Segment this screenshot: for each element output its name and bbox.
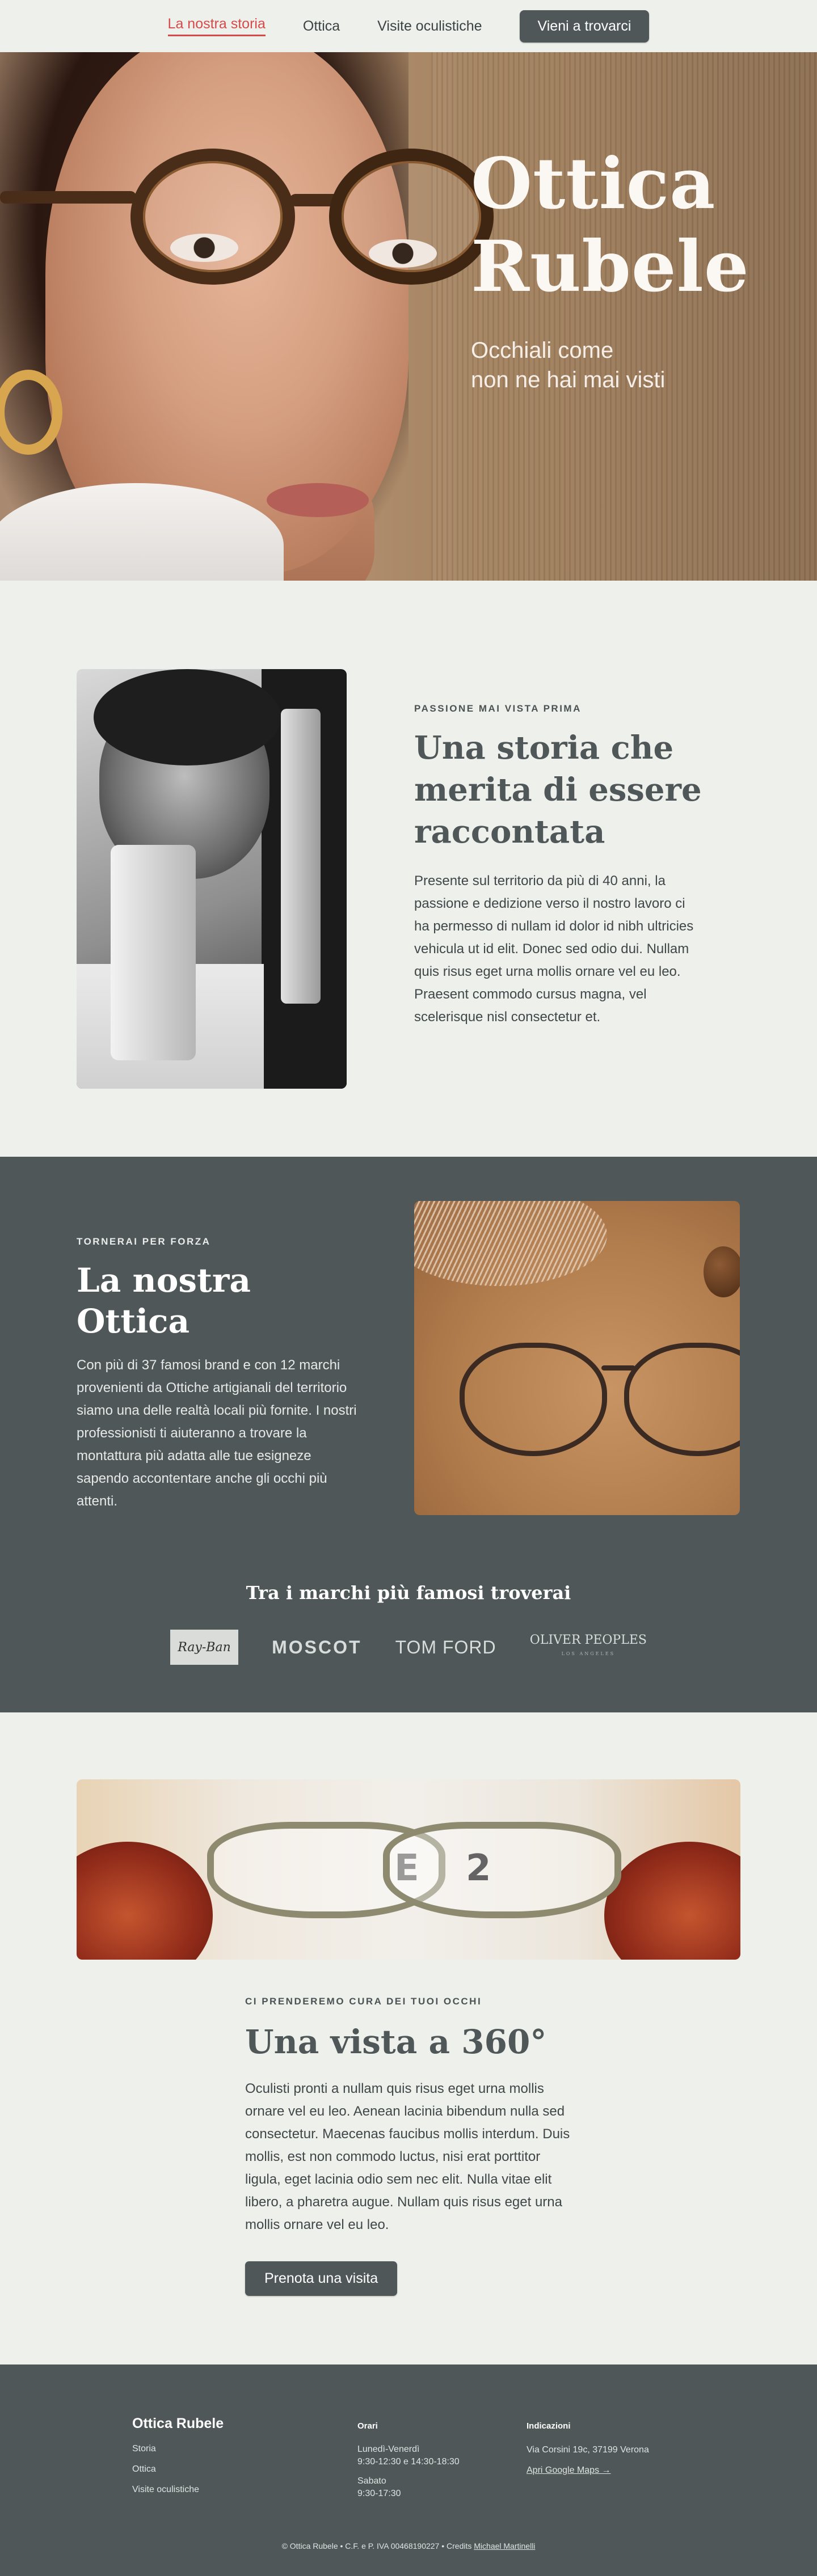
hero-section: Ottica Rubele Occhiali come non ne hai m… <box>0 52 817 581</box>
footer-hours-weekdays: Lunedì-Venerdì 9:30-12:30 e 14:30-18:30 <box>357 2443 460 2468</box>
nav-link-storia[interactable]: La nostra storia <box>167 16 266 36</box>
glasses-on-table-photo <box>414 1201 740 1515</box>
footer-copyright: © Ottica Rubele • C.F. e P. IVA 00468190… <box>0 2541 817 2550</box>
hero-subtitle: Occhiali come non ne hai mai visti <box>471 336 665 395</box>
story-section: Passione mai vista prima Una storia che … <box>414 703 704 1029</box>
vision-text: Oculisti pronti a nullam quis risus eget… <box>245 2081 570 2232</box>
story-title: Una storia che merita di essere racconta… <box>414 729 702 851</box>
hero-title: Ottica Rubele <box>471 143 800 308</box>
saturday-label: Sabato <box>357 2476 386 2486</box>
footer: Ottica Rubele Storia Ottica Visite oculi… <box>0 2364 817 2576</box>
footer-link-ottica[interactable]: Ottica <box>132 2463 224 2476</box>
ottica-kicker: Tornerai per forza <box>77 1236 211 1247</box>
tortoise-glasses-graphic <box>0 137 494 285</box>
rayban-logo: Ray-Ban <box>170 1630 238 1665</box>
optician-microscope-photo <box>77 669 347 1089</box>
footer-hours-saturday: Sabato 9:30-17:30 <box>357 2475 460 2500</box>
footer-brand: Ottica Rubele <box>132 2416 224 2431</box>
copyright-text: © Ottica Rubele • C.F. e P. IVA 00468190… <box>281 2541 472 2550</box>
footer-directions-column: Indicazioni Via Corsini 19c, 37199 Veron… <box>527 2421 649 2477</box>
oliver-peoples-sub: LOS ANGELES <box>561 1651 616 1656</box>
google-maps-link[interactable]: Apri Google Maps → <box>527 2464 649 2477</box>
saturday-time: 9:30-17:30 <box>357 2489 401 2498</box>
moscot-logo: MOSCOT <box>272 1636 362 1657</box>
tomford-logo: TOM FORD <box>395 1636 496 1657</box>
top-navigation: La nostra storia Ottica Visite oculistic… <box>0 0 817 52</box>
nav-link-ottica[interactable]: Ottica <box>303 18 340 35</box>
footer-directions-title: Indicazioni <box>527 2421 571 2431</box>
footer-link-visite[interactable]: Visite oculistiche <box>132 2483 224 2497</box>
hero-subtitle-line2: non ne hai mai visti <box>471 367 666 392</box>
ottica-text: Con più di 37 famosi brand e con 12 marc… <box>77 1357 357 1509</box>
nav-link-visite[interactable]: Visite oculistiche <box>377 18 482 35</box>
vision-title: Una vista a 360° <box>245 2023 547 2061</box>
oliver-peoples-logo: OLIVER PEOPLES LOS ANGELES <box>530 1634 647 1661</box>
footer-brand-column: Ottica Rubele Storia Ottica Visite oculi… <box>132 2416 224 2497</box>
book-visit-button[interactable]: Prenota una visita <box>245 2261 398 2296</box>
oliver-peoples-name: OLIVER PEOPLES <box>529 1633 647 1647</box>
hero-title-line2: Rubele <box>471 226 749 308</box>
vision-kicker: Ci prenderemo cura dei tuoi occhi <box>245 1996 482 2007</box>
weekdays-time: 9:30-12:30 e 14:30-18:30 <box>357 2457 460 2467</box>
story-text: Presente sul territorio da più di 40 ann… <box>414 873 694 1025</box>
hero-title-line1: Ottica <box>471 143 716 225</box>
story-kicker: Passione mai vista prima <box>414 703 582 714</box>
weekdays-label: Lunedì-Venerdì <box>357 2444 420 2454</box>
footer-hours-column: Orari Lunedì-Venerdì 9:30-12:30 e 14:30-… <box>357 2421 460 2500</box>
credits-link[interactable]: Michael Martinelli <box>474 2541 535 2550</box>
footer-hours-title: Orari <box>357 2421 378 2431</box>
footer-link-storia[interactable]: Storia <box>132 2442 224 2456</box>
ottica-title: La nostra Ottica <box>77 1261 251 1340</box>
footer-address: Via Corsini 19c, 37199 Verona <box>527 2445 649 2455</box>
brands-title: Tra i marchi più famosi troverai <box>246 1582 571 1604</box>
vision-section: Ci prenderemo cura dei tuoi occhi Una vi… <box>245 1996 574 2296</box>
brand-logos: Ray-Ban MOSCOT TOM FORD OLIVER PEOPLES L… <box>170 1627 647 1667</box>
eye-chart-glasses-photo: E 2 <box>77 1779 740 1960</box>
ottica-text-block: Tornerai per forza La nostra Ottica Con … <box>77 1236 360 1513</box>
visit-us-button[interactable]: Vieni a trovarci <box>519 10 650 43</box>
hero-subtitle-line1: Occhiali come <box>471 338 614 363</box>
